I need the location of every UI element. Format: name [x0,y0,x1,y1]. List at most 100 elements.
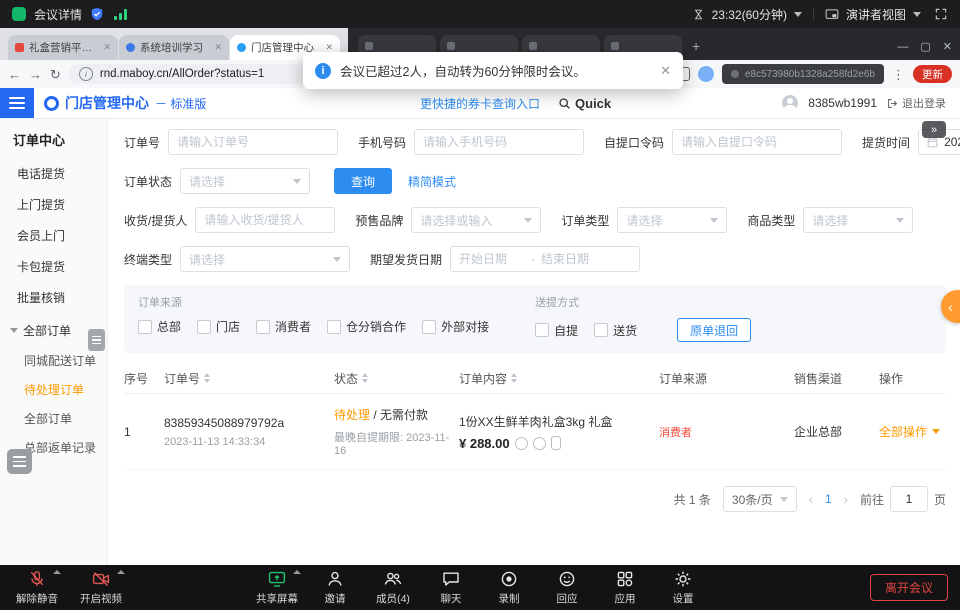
order-number[interactable]: 83859345088979792a [164,416,334,430]
order-no-input[interactable] [168,129,338,155]
chevron-up-icon[interactable] [293,570,301,574]
sidebar-item-member-visit[interactable]: 会员上门 [0,220,107,251]
col-order-no[interactable]: 订单号 [164,370,334,387]
fullscreen-icon[interactable] [934,7,948,21]
timer-caret-icon[interactable] [794,12,802,17]
browser-tab-1[interactable]: 礼盒营销平台管理中心 ✕ [8,35,118,60]
collapse-panel-button[interactable]: » [922,121,946,138]
source-checkbox-hq[interactable]: 总部 [138,318,181,335]
query-button[interactable]: 查询 [334,168,392,194]
ship-date-range[interactable]: - [450,246,640,272]
goto-page-input[interactable] [890,486,928,512]
ship-start-input[interactable] [459,252,525,266]
record-button[interactable]: 录制 [484,569,534,606]
prev-page-icon[interactable]: ‹ [809,492,813,507]
browser-menu-icon[interactable]: ⋮ [892,68,905,81]
sidebar-item-phone-pickup[interactable]: 电话提货 [0,158,107,189]
chevron-up-icon[interactable] [117,570,125,574]
checkbox-icon[interactable] [256,320,270,334]
site-info-icon[interactable]: i [79,67,93,81]
quick-search-button[interactable]: Quick [558,96,611,111]
reaction-icon [557,569,577,589]
checkbox-icon[interactable] [422,320,436,334]
order-price: ¥ 288.00 [459,436,510,451]
order-row[interactable]: 1 83859345088979792a 2023-11-13 14:33:34… [124,394,946,470]
sidebar-item-all-orders[interactable]: 全部订单 [0,404,107,433]
view-mode-button[interactable]: 演讲者视图 [846,6,906,23]
simple-mode-link[interactable]: 精简模式 [408,173,456,190]
pickup-start-input[interactable] [944,135,960,149]
brand-select[interactable]: 请选择或输入 [411,207,541,233]
meeting-timer[interactable]: 23:32(60分钟) [712,6,787,23]
view-caret-icon[interactable] [913,12,921,17]
members-button[interactable]: 成员(4) [368,569,418,606]
delivery-checkbox-delivery[interactable]: 送货 [594,322,637,339]
browser-profile-avatar[interactable] [698,66,714,82]
checkbox-icon[interactable] [594,323,608,337]
app-menu-button[interactable] [0,88,34,118]
back-icon[interactable]: ← [8,68,21,81]
checkbox-icon[interactable] [197,320,211,334]
start-video-button[interactable]: 开启视频 [76,569,126,606]
order-type-select[interactable]: 请选择 [617,207,727,233]
meeting-detail-button[interactable]: 会议详情 [34,6,82,23]
chevron-up-icon[interactable] [53,570,61,574]
list-floating-button[interactable] [7,449,32,474]
share-screen-button[interactable]: 共享屏幕 [252,569,302,606]
source-checkbox-warehouse[interactable]: 仓分销合作 [327,318,406,335]
window-minimize-icon[interactable]: — [897,41,908,53]
window-maximize-icon[interactable]: ▢ [920,40,930,53]
notification-close-icon[interactable]: ✕ [660,63,671,79]
ship-end-input[interactable] [541,252,599,266]
sort-icon[interactable] [511,373,517,383]
col-status[interactable]: 状态 [334,370,459,387]
mic-off-icon [27,569,47,589]
invite-button[interactable]: 邀请 [310,569,360,606]
browser-tab-2[interactable]: 系统培训学习 ✕ [119,35,229,60]
source-checkbox-store[interactable]: 门店 [197,318,240,335]
forward-icon[interactable]: → [29,68,42,81]
logout-button[interactable]: 退出登录 [887,95,946,111]
terminal-select[interactable]: 请选择 [180,246,350,272]
sidebar-item-door-pickup[interactable]: 上门提货 [0,189,107,220]
window-close-icon[interactable]: ✕ [943,40,952,53]
pickup-code-input[interactable] [672,129,842,155]
reload-icon[interactable]: ↻ [50,68,61,81]
leave-meeting-button[interactable]: 离开会议 [870,574,948,601]
settings-button[interactable]: 设置 [658,569,708,606]
reaction-button[interactable]: 回应 [542,569,592,606]
checkbox-icon[interactable] [138,320,152,334]
current-page[interactable]: 1 [825,492,832,506]
unmute-button[interactable]: 解除静音 [12,569,62,606]
goods-type-select[interactable]: 请选择 [803,207,913,233]
total-count: 共 1 条 [674,491,711,508]
row-actions-dropdown[interactable]: 全部操作 [879,423,946,440]
checkbox-icon[interactable] [535,323,549,337]
sort-icon[interactable] [362,373,368,383]
receiver-input[interactable] [195,207,335,233]
col-content[interactable]: 订单内容 [459,370,659,387]
apps-button[interactable]: 应用 [600,569,650,606]
sidebar-item-batch-verify[interactable]: 批量核销 [0,282,107,313]
sort-icon[interactable] [204,373,210,383]
security-shield-icon[interactable] [90,7,104,21]
source-checkbox-consumer[interactable]: 消费者 [256,318,311,335]
page-size-select[interactable]: 30条/页 [723,486,797,512]
phone-input[interactable] [414,129,584,155]
source-checkbox-external[interactable]: 外部对接 [422,318,489,335]
next-page-icon[interactable]: › [844,492,848,507]
quick-coupon-link[interactable]: 更快捷的券卡查询入口 [420,95,540,112]
browser-update-button[interactable]: 更新 [913,65,952,83]
sidebar-item-pending-orders[interactable]: 待处理订单 [0,375,107,404]
new-tab-button[interactable]: + [692,38,700,54]
checkbox-icon[interactable] [327,320,341,334]
gear-icon [673,569,693,589]
sidebar-toggle-button[interactable] [88,329,105,351]
tab-close-icon[interactable]: ✕ [103,42,111,53]
delivery-checkbox-selfpickup[interactable]: 自提 [535,322,578,339]
tab-close-icon[interactable]: ✕ [214,42,222,53]
chat-button[interactable]: 聊天 [426,569,476,606]
order-status-select[interactable]: 请选择 [180,168,310,194]
sidebar-item-card-pickup[interactable]: 卡包提货 [0,251,107,282]
original-return-button[interactable]: 原单退回 [677,318,751,342]
